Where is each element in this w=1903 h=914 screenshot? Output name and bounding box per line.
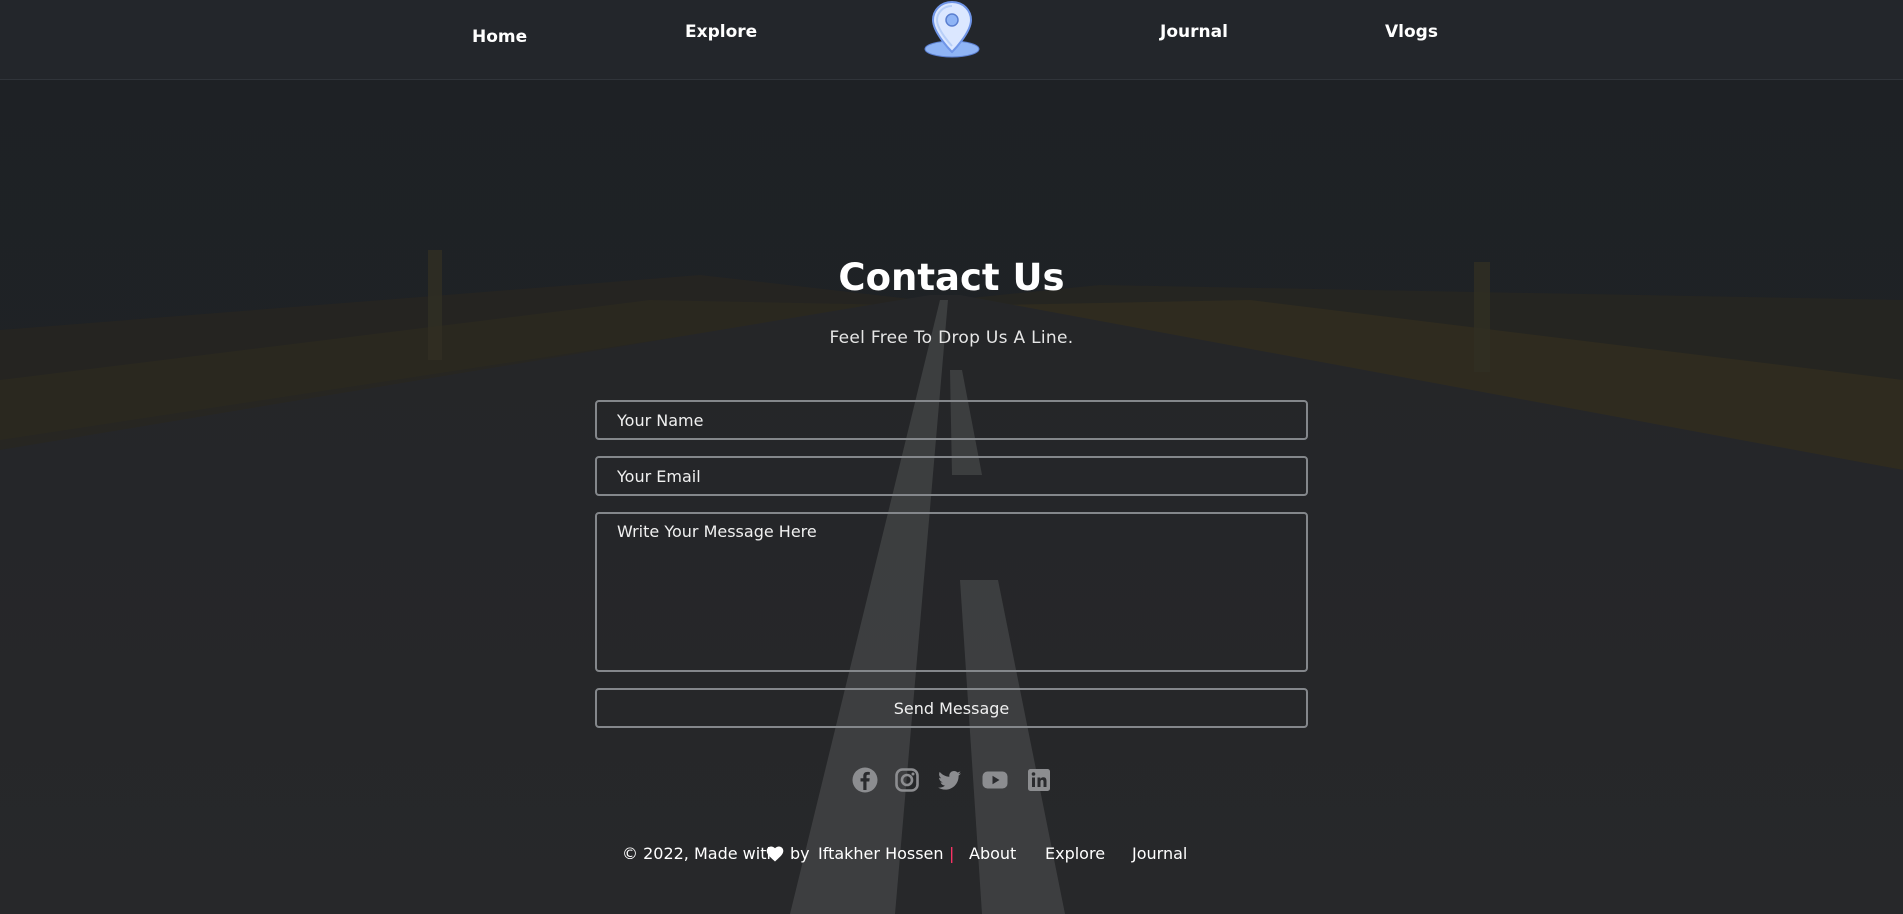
map-pin-icon[interactable]	[920, 0, 984, 62]
linkedin-icon[interactable]	[1025, 766, 1053, 794]
twitter-icon[interactable]	[936, 766, 964, 794]
nav-explore-link[interactable]: Explore	[685, 22, 757, 42]
footer-about-link[interactable]: About	[969, 844, 1016, 863]
email-input[interactable]	[595, 456, 1308, 496]
footer-journal-link[interactable]: Journal	[1132, 844, 1187, 863]
name-input[interactable]	[595, 400, 1308, 440]
heart-icon	[766, 846, 784, 862]
instagram-icon[interactable]	[893, 766, 921, 794]
page-title: Contact Us	[838, 256, 1065, 299]
contact-page: Home Explore Journal Vlogs Contact Us Fe…	[0, 0, 1903, 914]
facebook-icon[interactable]	[851, 766, 879, 794]
nav-journal-link[interactable]: Journal	[1160, 22, 1228, 42]
footer-author-link[interactable]: Iftakher Hossen	[818, 844, 944, 863]
nav-home-link[interactable]: Home	[472, 27, 527, 47]
social-links	[0, 766, 1903, 794]
top-navbar: Home Explore Journal Vlogs	[0, 0, 1903, 80]
footer-copyright: © 2022, Made with	[622, 844, 777, 863]
footer-by-text: by	[790, 844, 810, 863]
message-textarea[interactable]	[595, 512, 1308, 672]
youtube-icon[interactable]	[981, 766, 1009, 794]
footer-explore-link[interactable]: Explore	[1045, 844, 1105, 863]
footer-separator: |	[949, 844, 955, 863]
send-message-button[interactable]: Send Message	[595, 688, 1308, 728]
nav-vlogs-link[interactable]: Vlogs	[1385, 22, 1438, 42]
page-subtitle: Feel Free To Drop Us A Line.	[829, 328, 1074, 348]
